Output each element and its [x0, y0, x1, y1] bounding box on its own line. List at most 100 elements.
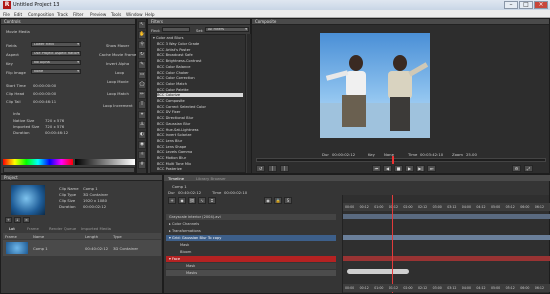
filter-item[interactable]: BCC Lens Blur	[157, 139, 182, 143]
grid-icon[interactable]: #	[138, 161, 146, 169]
rotate-icon[interactable]: ↻	[138, 51, 146, 59]
tab-imported-media[interactable]: Imported Media	[81, 226, 111, 231]
tab-lot[interactable]: Lot	[9, 226, 15, 231]
filter-item[interactable]: BCC Levels Gamma	[157, 150, 192, 154]
track-row-selected[interactable]: ▾ Grid: Gaussian Blur To copy	[166, 235, 336, 241]
close-button[interactable]: ×	[534, 1, 548, 9]
step-back-icon[interactable]: ◀	[383, 165, 392, 172]
pen-icon[interactable]: ✎	[138, 61, 146, 69]
col-type[interactable]: Type	[113, 234, 122, 239]
delete-icon[interactable]: ×	[23, 217, 30, 223]
zoom-icon[interactable]: ⚲	[138, 41, 146, 49]
track-row[interactable]: ▸ Color Channels	[166, 221, 336, 227]
import-icon[interactable]: ↓	[14, 217, 21, 223]
filter-item-selected[interactable]: BCC Colorize	[157, 93, 243, 98]
go-to-end-icon[interactable]: ⏭	[427, 165, 436, 172]
filter-item[interactable]: BCC DV Fixer	[157, 110, 180, 114]
track-row[interactable]: Grayscale interior (2004).avi	[166, 214, 336, 220]
stop-icon[interactable]: ■	[394, 165, 403, 172]
tab-frame[interactable]: Frame	[27, 226, 39, 231]
filter-item[interactable]: BCC Color Correction	[157, 76, 195, 80]
track-bar-face[interactable]	[343, 256, 550, 261]
anchor-icon[interactable]: ⚓	[138, 121, 146, 129]
filter-item[interactable]: BCC Invert Solarize	[157, 133, 192, 137]
maximize-button[interactable]: □	[519, 1, 533, 9]
cache-movie-frames-label[interactable]: Cache Movie Frames	[99, 52, 138, 57]
settings-icon[interactable]: ⚙	[512, 165, 521, 172]
filter-find-input[interactable]	[162, 27, 190, 32]
filter-item[interactable]: BCC Broadcast Safe	[157, 53, 193, 57]
loop-icon[interactable]: ↺	[256, 165, 265, 172]
filter-item[interactable]: BCC Color Choker	[157, 71, 189, 75]
col-length[interactable]: Length	[85, 234, 98, 239]
filter-item[interactable]: BCC 3 Way Color Grade	[157, 42, 199, 46]
filter-item[interactable]: BCC Correct Selected Color	[157, 105, 206, 109]
filter-item[interactable]: BCC Directional Blur	[157, 116, 193, 120]
clip-head-value[interactable]: 00:00:00:00	[33, 91, 56, 96]
filter-item[interactable]: BCC Motion Blur	[157, 156, 186, 160]
col-name[interactable]: Name	[33, 234, 44, 239]
arrow-icon[interactable]: ↖	[138, 21, 146, 29]
new-folder-icon[interactable]: +	[5, 217, 12, 223]
filter-item[interactable]: BCC Composite	[157, 99, 185, 103]
scrubber-playhead[interactable]	[392, 156, 394, 164]
track-bar-masks[interactable]	[347, 269, 409, 274]
new-track-icon[interactable]: +	[168, 197, 176, 204]
timeline-ruler[interactable]: 00:00 00:12 01:00 01:12 02:00 02:12 03:00 03:12…	[343, 203, 550, 211]
filter-item[interactable]: BCC Multi Tone Mix	[157, 162, 191, 166]
controls-scrollbar[interactable]	[3, 167, 135, 173]
menu-window[interactable]: Window	[126, 12, 143, 17]
ellipse-icon[interactable]: ◯	[138, 81, 146, 89]
filter-item[interactable]: BCC Artist's Poster	[157, 48, 190, 52]
menu-edit[interactable]: Edit	[14, 12, 22, 17]
filter-set-select[interactable]: All Filters ▾	[205, 27, 249, 32]
filter-item[interactable]: BCC Color Match	[157, 82, 187, 86]
light-icon[interactable]: ☼	[138, 151, 146, 159]
menu-preview[interactable]: Preview	[90, 12, 106, 17]
filter-item[interactable]: BCC Lens Shape	[157, 145, 186, 149]
filter-item[interactable]: BCC Brightness-Contrast	[157, 59, 201, 63]
start-time-value[interactable]: 00:00:00:00	[33, 83, 56, 88]
track-row[interactable]: Bloom	[166, 249, 336, 255]
filter-group[interactable]: ▾ Color and Blurs	[153, 36, 183, 40]
key-select[interactable]: No Alpha ▾	[31, 60, 81, 65]
brush-icon[interactable]: ✏	[138, 91, 146, 99]
filter-item[interactable]: BCC Color Balance	[157, 65, 190, 69]
loop-label[interactable]: Loop	[115, 70, 124, 75]
timeline-playhead[interactable]	[392, 195, 393, 293]
tab-library-browser[interactable]: Library Browser	[196, 176, 226, 181]
color-spectrum-bar[interactable]	[3, 159, 73, 165]
menu-track[interactable]: Track	[57, 12, 68, 17]
go-to-start-icon[interactable]: ⏮	[372, 165, 381, 172]
composite-viewer[interactable]	[320, 33, 430, 138]
filter-item[interactable]: BCC Posterize	[157, 167, 182, 171]
keyframe-icon[interactable]: ◆	[178, 197, 186, 204]
play-icon[interactable]: ▶	[405, 165, 414, 172]
track-row[interactable]: ▸ Transformations	[166, 228, 336, 234]
clip-tail-value[interactable]: 00:00:46:11	[33, 99, 56, 104]
mark-in-icon[interactable]: [	[268, 165, 277, 172]
loop-movie-label[interactable]: Loop Movie	[107, 79, 129, 84]
show-mover-label[interactable]: Show Mover	[106, 43, 129, 48]
grayscale-bar[interactable]	[75, 159, 135, 165]
track-row[interactable]: Mask	[166, 263, 336, 269]
track-row[interactable]: Mask	[166, 242, 336, 248]
minimize-button[interactable]: –	[504, 1, 518, 9]
motion-path-icon[interactable]: ∿	[198, 197, 206, 204]
fields-select[interactable]: Lower Field ▾	[31, 42, 81, 47]
hand-icon[interactable]: ✋	[138, 31, 146, 39]
step-forward-icon[interactable]: ▶|	[416, 165, 425, 172]
link-icon[interactable]: ⛓	[188, 197, 196, 204]
filter-item[interactable]: BCC Color Palette	[157, 88, 189, 92]
mask-icon[interactable]: ◐	[138, 131, 146, 139]
loop-match-label[interactable]: Loop Match	[107, 91, 129, 96]
col-frame[interactable]: Frame	[5, 234, 17, 239]
invert-alpha-label[interactable]: Invert Alpha	[106, 61, 129, 66]
track-row[interactable]: Masks	[166, 270, 336, 276]
mark-out-icon[interactable]: ]	[280, 165, 289, 172]
zoom-fit-icon[interactable]: ⤢	[524, 165, 533, 172]
filter-item[interactable]: BCC Hue-Sat-Lightness	[157, 128, 198, 132]
table-row[interactable]: Comp 1 00:40:02:12 3D Container	[3, 240, 161, 256]
menu-help[interactable]: Help	[145, 12, 155, 17]
visibility-icon[interactable]: ◉	[264, 197, 272, 204]
